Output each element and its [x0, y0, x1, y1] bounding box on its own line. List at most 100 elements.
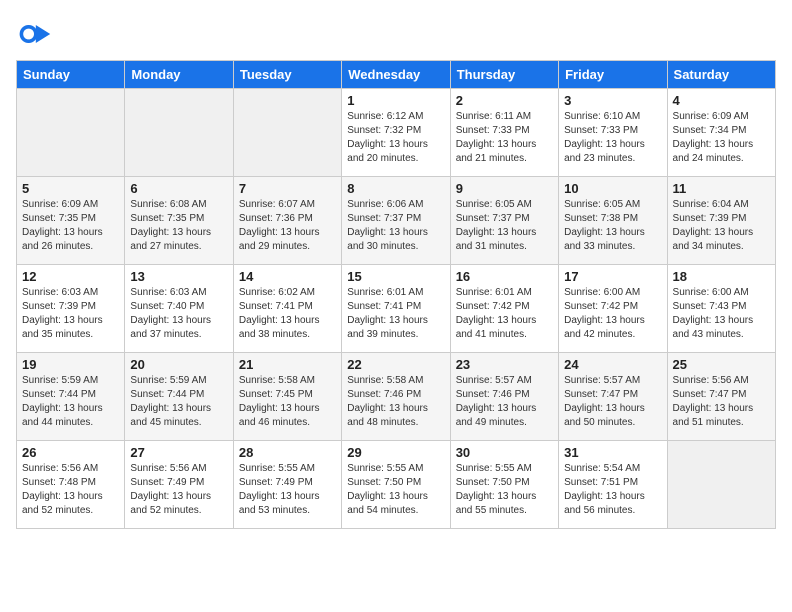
day-info: Sunrise: 5:56 AMSunset: 7:47 PMDaylight:…	[673, 374, 770, 430]
day-cell: 28 Sunrise: 5:55 AMSunset: 7:49 PMDayligh…	[233, 441, 341, 529]
day-number: 11	[673, 181, 770, 196]
day-info: Sunrise: 6:07 AMSunset: 7:36 PMDaylight:…	[239, 198, 336, 254]
day-number: 18	[673, 269, 770, 284]
day-info: Sunrise: 6:00 AMSunset: 7:42 PMDaylight:…	[564, 286, 661, 342]
day-number: 26	[22, 445, 119, 460]
day-cell: 26 Sunrise: 5:56 AMSunset: 7:48 PMDayligh…	[17, 441, 125, 529]
day-cell: 11 Sunrise: 6:04 AMSunset: 7:39 PMDayligh…	[667, 177, 775, 265]
day-cell: 30 Sunrise: 5:55 AMSunset: 7:50 PMDayligh…	[450, 441, 558, 529]
weekday-header-tuesday: Tuesday	[233, 61, 341, 89]
day-number: 24	[564, 357, 661, 372]
day-cell: 6Sunrise: 6:08 AMSunset: 7:35 PMDaylight…	[125, 177, 233, 265]
day-number: 25	[673, 357, 770, 372]
day-info: Sunrise: 6:06 AMSunset: 7:37 PMDaylight:…	[347, 198, 444, 254]
day-number: 29	[347, 445, 444, 460]
day-info: Sunrise: 5:57 AMSunset: 7:46 PMDaylight:…	[456, 374, 553, 430]
day-cell: 15Sunrise: 6:01 AMSunset: 7:41 PMDayligh…	[342, 265, 450, 353]
day-number: 4	[673, 93, 770, 108]
day-info: Sunrise: 6:01 AMSunset: 7:41 PMDaylight:…	[347, 286, 444, 342]
day-cell: 18 Sunrise: 6:00 AMSunset: 7:43 PMDayligh…	[667, 265, 775, 353]
day-cell: 5 Sunrise: 6:09 AMSunset: 7:35 PMDaylight…	[17, 177, 125, 265]
day-number: 17	[564, 269, 661, 284]
day-cell	[125, 89, 233, 177]
day-number: 12	[22, 269, 119, 284]
weekday-header-monday: Monday	[125, 61, 233, 89]
day-info: Sunrise: 6:11 AMSunset: 7:33 PMDaylight:…	[456, 110, 553, 166]
day-info: Sunrise: 6:00 AMSunset: 7:43 PMDaylight:…	[673, 286, 770, 342]
day-number: 2	[456, 93, 553, 108]
day-info: Sunrise: 5:55 AMSunset: 7:50 PMDaylight:…	[456, 462, 553, 518]
day-number: 10	[564, 181, 661, 196]
day-info: Sunrise: 6:03 AMSunset: 7:39 PMDaylight:…	[22, 286, 119, 342]
day-number: 8	[347, 181, 444, 196]
day-info: Sunrise: 6:08 AMSunset: 7:35 PMDaylight:…	[130, 198, 227, 254]
day-cell: 19 Sunrise: 5:59 AMSunset: 7:44 PMDayligh…	[17, 353, 125, 441]
day-number: 3	[564, 93, 661, 108]
day-info: Sunrise: 6:03 AMSunset: 7:40 PMDaylight:…	[130, 286, 227, 342]
day-number: 21	[239, 357, 336, 372]
day-info: Sunrise: 6:05 AMSunset: 7:38 PMDaylight:…	[564, 198, 661, 254]
day-info: Sunrise: 5:56 AMSunset: 7:48 PMDaylight:…	[22, 462, 119, 518]
weekday-header-friday: Friday	[559, 61, 667, 89]
day-cell: 13 Sunrise: 6:03 AMSunset: 7:40 PMDayligh…	[125, 265, 233, 353]
day-cell: 9 Sunrise: 6:05 AMSunset: 7:37 PMDaylight…	[450, 177, 558, 265]
day-number: 19	[22, 357, 119, 372]
day-cell	[233, 89, 341, 177]
day-info: Sunrise: 6:04 AMSunset: 7:39 PMDaylight:…	[673, 198, 770, 254]
week-row-2: 5 Sunrise: 6:09 AMSunset: 7:35 PMDaylight…	[17, 177, 776, 265]
day-cell: 23 Sunrise: 5:57 AMSunset: 7:46 PMDayligh…	[450, 353, 558, 441]
day-number: 23	[456, 357, 553, 372]
day-info: Sunrise: 5:58 AMSunset: 7:46 PMDaylight:…	[347, 374, 444, 430]
day-info: Sunrise: 6:09 AMSunset: 7:35 PMDaylight:…	[22, 198, 119, 254]
day-number: 9	[456, 181, 553, 196]
weekday-header-thursday: Thursday	[450, 61, 558, 89]
day-cell: 27 Sunrise: 5:56 AMSunset: 7:49 PMDayligh…	[125, 441, 233, 529]
day-cell: 8 Sunrise: 6:06 AMSunset: 7:37 PMDaylight…	[342, 177, 450, 265]
day-info: Sunrise: 6:01 AMSunset: 7:42 PMDaylight:…	[456, 286, 553, 342]
day-cell: 25 Sunrise: 5:56 AMSunset: 7:47 PMDayligh…	[667, 353, 775, 441]
day-info: Sunrise: 6:05 AMSunset: 7:37 PMDaylight:…	[456, 198, 553, 254]
day-number: 30	[456, 445, 553, 460]
day-cell: 1 Sunrise: 6:12 AMSunset: 7:32 PMDaylight…	[342, 89, 450, 177]
day-info: Sunrise: 5:59 AMSunset: 7:44 PMDaylight:…	[22, 374, 119, 430]
day-number: 22	[347, 357, 444, 372]
day-cell: 20Sunrise: 5:59 AMSunset: 7:44 PMDayligh…	[125, 353, 233, 441]
week-row-1: 1 Sunrise: 6:12 AMSunset: 7:32 PMDaylight…	[17, 89, 776, 177]
day-info: Sunrise: 5:54 AMSunset: 7:51 PMDaylight:…	[564, 462, 661, 518]
day-cell: 12 Sunrise: 6:03 AMSunset: 7:39 PMDayligh…	[17, 265, 125, 353]
day-info: Sunrise: 6:10 AMSunset: 7:33 PMDaylight:…	[564, 110, 661, 166]
day-cell: 21 Sunrise: 5:58 AMSunset: 7:45 PMDayligh…	[233, 353, 341, 441]
day-number: 1	[347, 93, 444, 108]
day-number: 31	[564, 445, 661, 460]
day-number: 5	[22, 181, 119, 196]
day-info: Sunrise: 6:12 AMSunset: 7:32 PMDaylight:…	[347, 110, 444, 166]
logo	[16, 16, 56, 52]
day-number: 28	[239, 445, 336, 460]
day-info: Sunrise: 6:09 AMSunset: 7:34 PMDaylight:…	[673, 110, 770, 166]
day-info: Sunrise: 5:56 AMSunset: 7:49 PMDaylight:…	[130, 462, 227, 518]
day-cell: 17 Sunrise: 6:00 AMSunset: 7:42 PMDayligh…	[559, 265, 667, 353]
logo-icon	[16, 16, 52, 52]
day-cell	[17, 89, 125, 177]
weekday-header-row: SundayMondayTuesdayWednesdayThursdayFrid…	[17, 61, 776, 89]
week-row-3: 12 Sunrise: 6:03 AMSunset: 7:39 PMDayligh…	[17, 265, 776, 353]
day-info: Sunrise: 5:59 AMSunset: 7:44 PMDaylight:…	[130, 374, 227, 430]
day-info: Sunrise: 5:55 AMSunset: 7:49 PMDaylight:…	[239, 462, 336, 518]
day-number: 16	[456, 269, 553, 284]
day-number: 27	[130, 445, 227, 460]
day-cell: 3 Sunrise: 6:10 AMSunset: 7:33 PMDaylight…	[559, 89, 667, 177]
day-cell: 2 Sunrise: 6:11 AMSunset: 7:33 PMDaylight…	[450, 89, 558, 177]
day-number: 13	[130, 269, 227, 284]
day-cell: 14Sunrise: 6:02 AMSunset: 7:41 PMDayligh…	[233, 265, 341, 353]
day-info: Sunrise: 5:58 AMSunset: 7:45 PMDaylight:…	[239, 374, 336, 430]
day-cell: 7Sunrise: 6:07 AMSunset: 7:36 PMDaylight…	[233, 177, 341, 265]
day-cell: 31 Sunrise: 5:54 AMSunset: 7:51 PMDayligh…	[559, 441, 667, 529]
header	[16, 16, 776, 52]
day-cell: 24 Sunrise: 5:57 AMSunset: 7:47 PMDayligh…	[559, 353, 667, 441]
weekday-header-saturday: Saturday	[667, 61, 775, 89]
day-cell: 10 Sunrise: 6:05 AMSunset: 7:38 PMDayligh…	[559, 177, 667, 265]
week-row-5: 26 Sunrise: 5:56 AMSunset: 7:48 PMDayligh…	[17, 441, 776, 529]
day-info: Sunrise: 5:57 AMSunset: 7:47 PMDaylight:…	[564, 374, 661, 430]
week-row-4: 19 Sunrise: 5:59 AMSunset: 7:44 PMDayligh…	[17, 353, 776, 441]
calendar-table: SundayMondayTuesdayWednesdayThursdayFrid…	[16, 60, 776, 529]
